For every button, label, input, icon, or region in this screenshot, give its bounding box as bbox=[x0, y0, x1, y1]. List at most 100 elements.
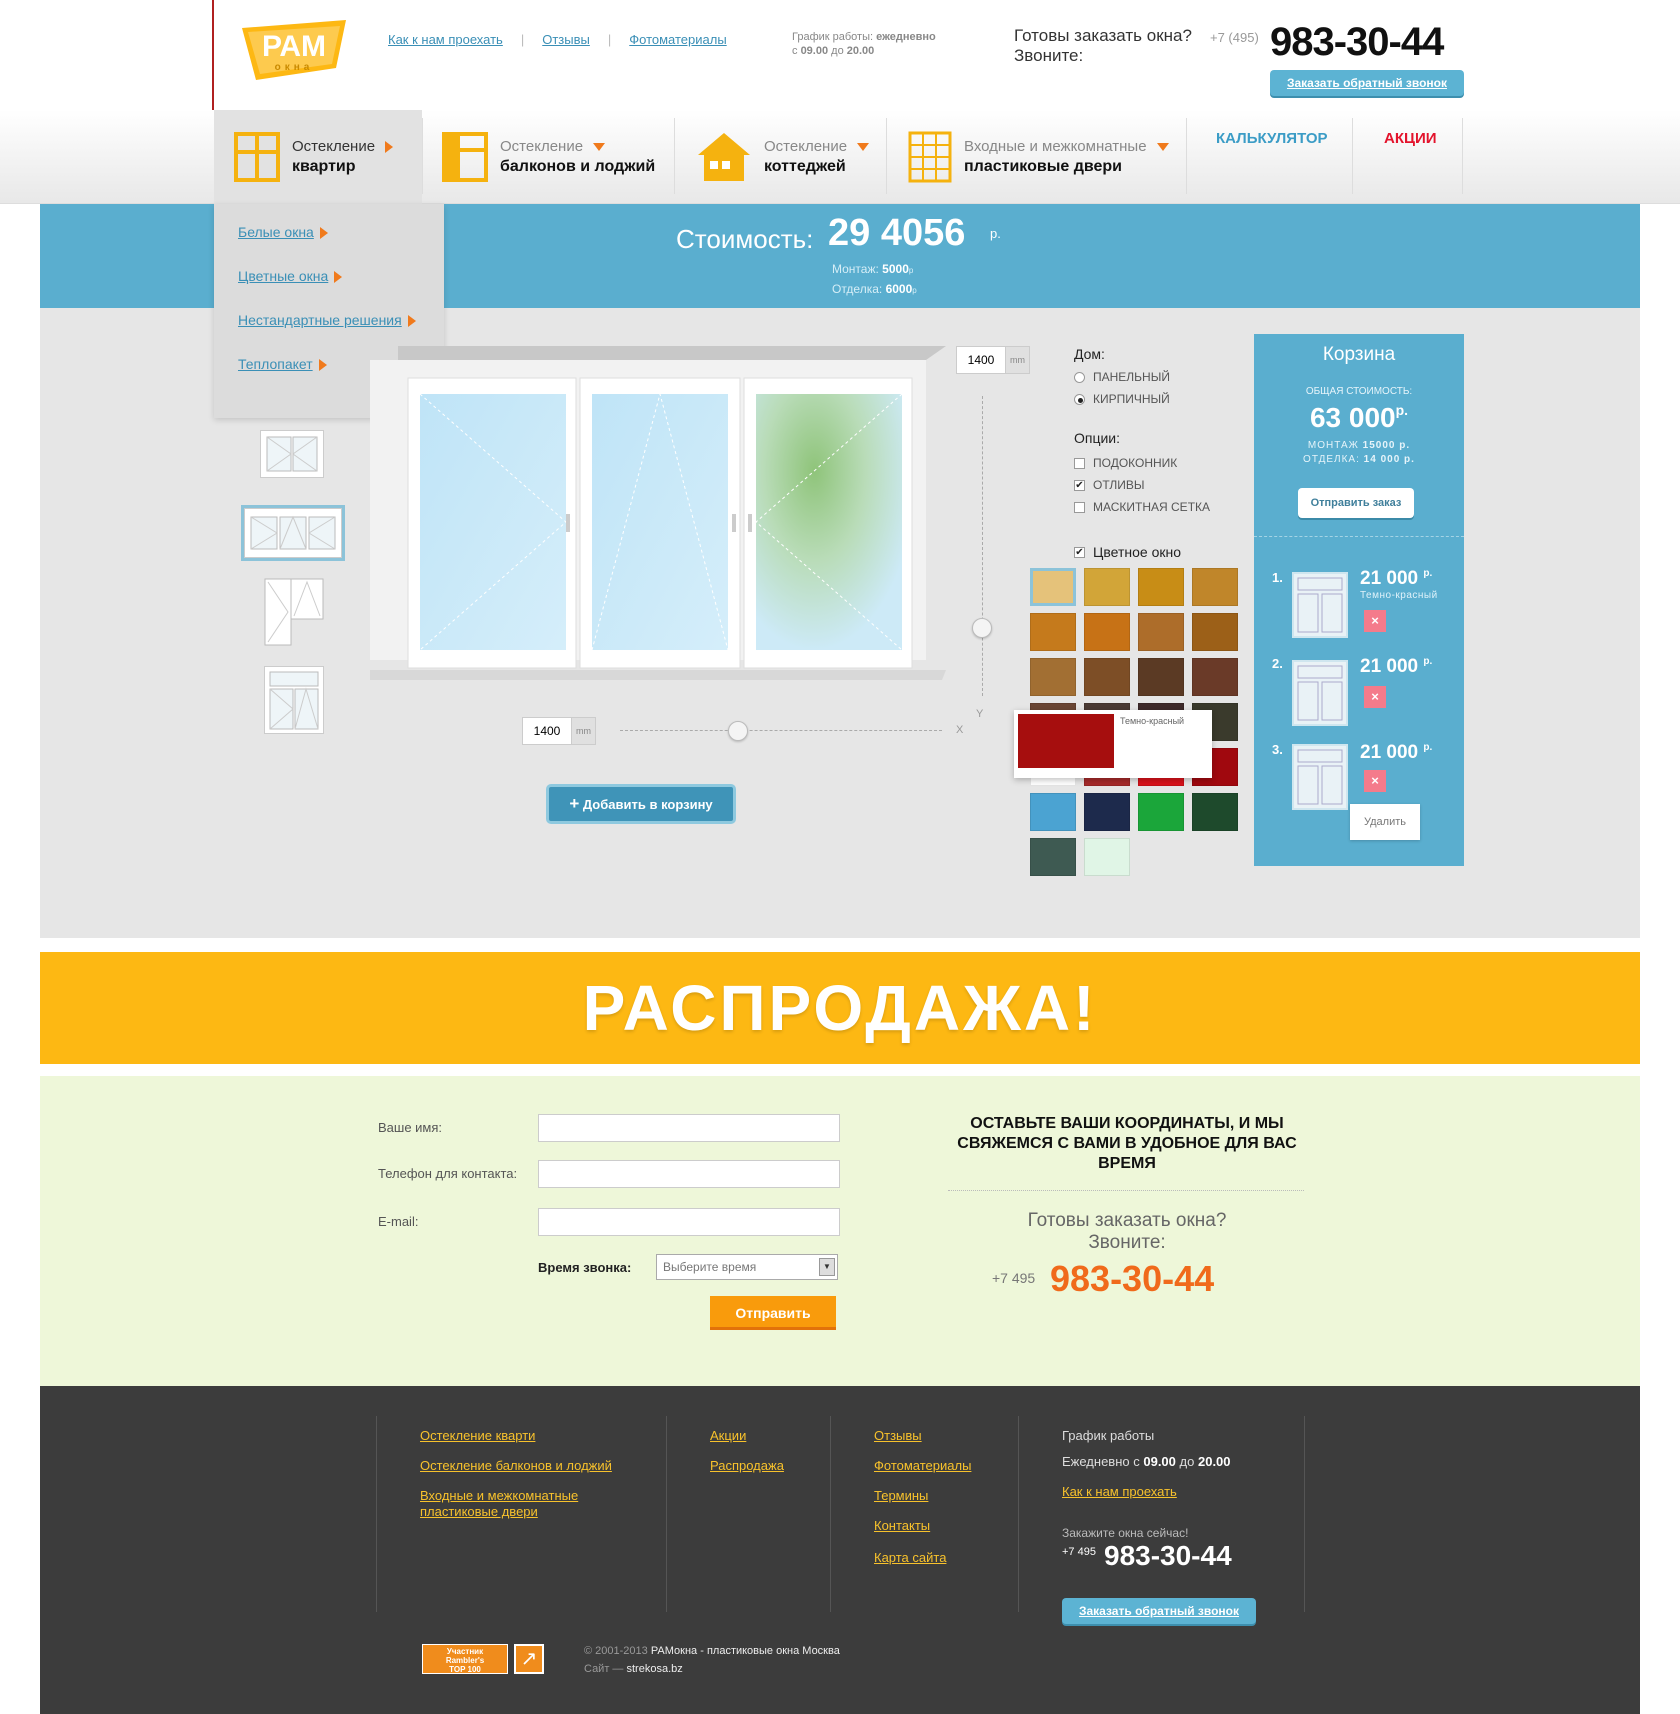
nav-calculator[interactable]: КАЛЬКУЛЯТОР bbox=[1216, 130, 1328, 147]
cart-item-delete-icon[interactable]: × bbox=[1364, 610, 1386, 632]
radio-brick[interactable] bbox=[1074, 393, 1085, 405]
layout-thumb-balcony-door[interactable] bbox=[264, 578, 324, 646]
dropdown-white-windows[interactable]: Белые окна bbox=[238, 224, 328, 240]
footer-callback-button[interactable]: Заказать обратный звонок bbox=[1062, 1598, 1256, 1624]
cta-phone-prefix: +7 495 bbox=[992, 1270, 1036, 1286]
color-swatch[interactable] bbox=[1030, 658, 1076, 696]
cart-item-delete-icon[interactable]: × bbox=[1364, 686, 1386, 708]
footer-link-apartments[interactable]: Остекление кварти bbox=[420, 1428, 535, 1443]
chevron-down-icon: ▼ bbox=[819, 1258, 835, 1276]
send-order-button[interactable]: Отправить заказ bbox=[1298, 488, 1414, 518]
height-input[interactable] bbox=[956, 346, 1006, 374]
width-slider-knob[interactable] bbox=[728, 721, 748, 741]
house-option-panel[interactable]: ПАНЕЛЬНЫЙ bbox=[1074, 370, 1170, 384]
site-link[interactable]: strekosa.bz bbox=[627, 1663, 683, 1675]
phone-prefix: +7 (495) bbox=[1210, 30, 1259, 45]
option-color-window[interactable]: ✔ Цветное окно bbox=[1074, 544, 1181, 560]
footer-schedule-text: Ежедневно с bbox=[1062, 1454, 1140, 1469]
footer-link-promo[interactable]: Акции bbox=[710, 1428, 746, 1443]
caret-right-icon bbox=[385, 141, 394, 154]
width-slider-track[interactable] bbox=[620, 730, 942, 731]
width-input[interactable] bbox=[522, 717, 572, 745]
link-directions[interactable]: Как к нам проехать bbox=[388, 32, 503, 47]
nav-balconies[interactable]: Остекление балконов и лоджий bbox=[422, 110, 672, 204]
three-panel-window-icon bbox=[250, 515, 336, 550]
layout-thumb-three-panel[interactable] bbox=[241, 505, 345, 561]
color-swatch[interactable] bbox=[1138, 613, 1184, 651]
option-sill[interactable]: ПОДОКОННИК bbox=[1074, 456, 1177, 470]
color-swatch[interactable] bbox=[1192, 658, 1238, 696]
color-swatch[interactable] bbox=[1084, 658, 1130, 696]
cart-mount-label: МОНТАЖ bbox=[1307, 440, 1359, 451]
plus-icon: + bbox=[569, 794, 580, 813]
finish-value: 6000 bbox=[885, 282, 913, 296]
option-label: МАСКИТНАЯ СЕТКА bbox=[1093, 500, 1211, 514]
cart-total: 63 000р. bbox=[1254, 402, 1464, 434]
cart-item-delete-icon[interactable]: × bbox=[1364, 770, 1386, 792]
window-icon bbox=[234, 132, 280, 182]
nav-separator bbox=[1462, 118, 1463, 194]
sale-banner[interactable]: РАСПРОДАЖА! bbox=[40, 952, 1640, 1064]
email-input[interactable] bbox=[538, 1208, 840, 1236]
color-swatch[interactable] bbox=[1084, 838, 1130, 876]
color-swatch[interactable] bbox=[1084, 613, 1130, 651]
checkbox-color-window[interactable]: ✔ bbox=[1074, 546, 1085, 558]
submit-button[interactable]: Отправить bbox=[710, 1296, 836, 1330]
nav-apartments[interactable]: Остекление квартир bbox=[214, 110, 422, 204]
color-swatch[interactable] bbox=[1030, 793, 1076, 831]
color-swatch[interactable] bbox=[1192, 793, 1238, 831]
checkbox-mosquito-net[interactable] bbox=[1074, 501, 1085, 513]
footer-link-photos[interactable]: Фотоматериалы bbox=[874, 1458, 971, 1473]
layout-thumb-transom[interactable] bbox=[264, 666, 324, 734]
checkbox-drip[interactable]: ✔ bbox=[1074, 479, 1085, 491]
nav-doors[interactable]: Входные и межкомнатные пластиковые двери bbox=[888, 110, 1186, 204]
nav-cottages-bottom: коттеджей bbox=[764, 158, 846, 175]
color-swatch[interactable] bbox=[1138, 568, 1184, 606]
footer-link-doors[interactable]: Входные и межкомнатные пластиковые двери bbox=[420, 1488, 620, 1520]
color-swatch[interactable] bbox=[1192, 613, 1238, 651]
checkbox-sill[interactable] bbox=[1074, 457, 1085, 469]
color-swatch[interactable] bbox=[1030, 613, 1076, 651]
dropdown-color-windows[interactable]: Цветные окна bbox=[238, 268, 343, 284]
caret-right-icon bbox=[334, 271, 343, 284]
height-slider-knob[interactable] bbox=[972, 618, 992, 638]
footer-link-reviews[interactable]: Отзывы bbox=[874, 1428, 922, 1443]
height-slider-track[interactable] bbox=[982, 396, 983, 696]
cart-item-price: 21 000 р. bbox=[1360, 568, 1432, 590]
rambler-arrow-icon[interactable]: ↗ bbox=[514, 1644, 544, 1674]
link-reviews[interactable]: Отзывы bbox=[542, 32, 590, 47]
phone-input[interactable] bbox=[538, 1160, 840, 1188]
footer-link-contacts[interactable]: Контакты bbox=[874, 1518, 930, 1533]
layout-thumb-two-panel[interactable] bbox=[260, 430, 324, 478]
color-swatch[interactable] bbox=[1192, 568, 1238, 606]
footer-link-balconies[interactable]: Остекление балконов и лоджий bbox=[420, 1458, 612, 1473]
color-swatch[interactable] bbox=[1138, 658, 1184, 696]
cart-total-currency: р. bbox=[1395, 402, 1409, 418]
rambler-badge[interactable]: Участник Rambler's TOP 100 bbox=[422, 1644, 508, 1674]
link-photos[interactable]: Фотоматериалы bbox=[629, 32, 726, 47]
footer-link-terms[interactable]: Термины bbox=[874, 1488, 928, 1503]
nav-cottages[interactable]: Остекление коттеджей bbox=[676, 110, 886, 204]
house-option-brick[interactable]: КИРПИЧНЫЙ bbox=[1074, 392, 1170, 406]
nav-promo[interactable]: АКЦИИ bbox=[1384, 130, 1437, 147]
dropdown-custom-solutions[interactable]: Нестандартные решения bbox=[238, 312, 416, 328]
footer-link-sale[interactable]: Распродажа bbox=[710, 1458, 784, 1473]
time-select[interactable]: Выберите время ▼ bbox=[656, 1254, 838, 1280]
footer-link-directions[interactable]: Как к нам проехать bbox=[1062, 1484, 1177, 1499]
cost-value: 29 4056 bbox=[828, 212, 966, 254]
callback-button[interactable]: Заказать обратный звонок bbox=[1270, 70, 1464, 96]
logo[interactable]: РАМ окна bbox=[236, 18, 354, 84]
footer-link-sitemap[interactable]: Карта сайта bbox=[874, 1550, 946, 1565]
color-swatch[interactable] bbox=[1084, 793, 1130, 831]
radio-panel[interactable] bbox=[1074, 371, 1085, 383]
color-swatch[interactable] bbox=[1030, 568, 1076, 606]
rambler-line1: Участник bbox=[446, 1647, 484, 1656]
color-swatch[interactable] bbox=[1138, 793, 1184, 831]
option-drip[interactable]: ✔ ОТЛИВЫ bbox=[1074, 478, 1145, 492]
add-to-cart-button[interactable]: + Добавить в корзину bbox=[546, 784, 736, 824]
color-swatch[interactable] bbox=[1084, 568, 1130, 606]
dropdown-glass-unit[interactable]: Теплопакет bbox=[238, 356, 327, 372]
name-input[interactable] bbox=[538, 1114, 840, 1142]
option-mosquito-net[interactable]: МАСКИТНАЯ СЕТКА bbox=[1074, 500, 1210, 514]
color-swatch[interactable] bbox=[1030, 838, 1076, 876]
